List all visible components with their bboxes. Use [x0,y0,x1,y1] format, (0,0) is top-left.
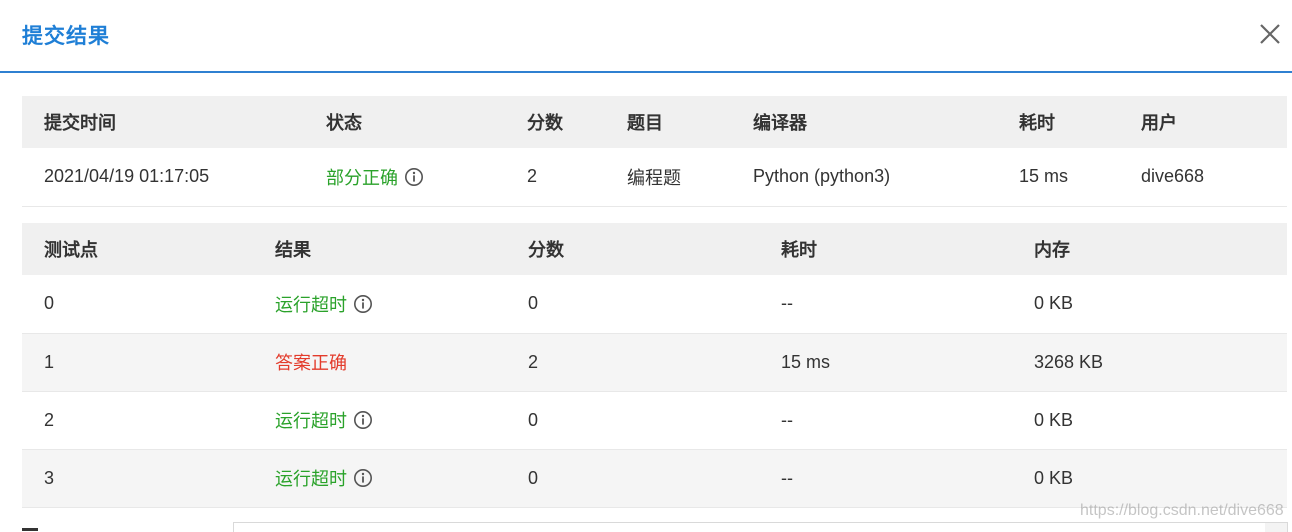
col-header-case-elapsed: 耗时 [781,223,1034,275]
result-cell: 运行超时 [275,449,528,508]
submission-header-row: 提交时间 状态 分数 题目 编译器 耗时 用户 [22,96,1287,148]
case-id: 1 [22,333,275,392]
user-value: dive668 [1141,148,1287,207]
code-viewer[interactable] [233,522,1288,532]
col-header-result: 结果 [275,223,528,275]
score-value: 2 [527,148,627,207]
table-row: 0 运行超时 0 -- 0 KB [22,275,1287,334]
watermark: https://blog.csdn.net/dive668 [1080,502,1284,519]
result-cell: 运行超时 [275,391,528,450]
col-header-case-score: 分数 [528,223,781,275]
case-elapsed: -- [781,391,1034,450]
case-score: 0 [528,391,781,450]
result-cell: 答案正确 [275,333,528,392]
dialog-header: 提交结果 [0,0,1292,73]
submission-result-dialog: 提交结果 提交时间 状态 分数 题目 编译器 耗时 用户 2021/04/19 … [0,0,1292,532]
case-score: 0 [528,275,781,334]
case-score: 0 [528,449,781,508]
case-elapsed: 15 ms [781,333,1034,392]
col-header-case: 测试点 [22,223,275,275]
case-id: 0 [22,275,275,334]
case-elapsed: -- [781,275,1034,334]
compiler-value: Python (python3) [753,148,1019,207]
scrollbar[interactable] [1265,523,1287,532]
table-row: 1 答案正确 2 15 ms 3268 KB [22,333,1287,392]
dialog-title: 提交结果 [22,25,110,48]
col-header-user: 用户 [1141,96,1287,148]
close-button[interactable] [1256,20,1284,48]
case-elapsed: -- [781,449,1034,508]
result-cell: 运行超时 [275,275,528,334]
case-id: 3 [22,449,275,508]
case-memory: 0 KB [1034,391,1287,450]
result-text: 运行超时 [275,411,347,431]
col-header-score: 分数 [527,96,627,148]
testcase-header-row: 测试点 结果 分数 耗时 内存 [22,223,1287,275]
elapsed-value: 15 ms [1019,148,1141,207]
info-icon[interactable] [353,294,373,314]
case-score: 2 [528,333,781,392]
col-header-elapsed: 耗时 [1019,96,1141,148]
col-header-problem: 题目 [627,96,753,148]
col-header-compiler: 编译器 [753,96,1019,148]
submit-time: 2021/04/19 01:17:05 [22,148,326,207]
result-text: 运行超时 [275,469,347,489]
info-icon[interactable] [353,468,373,488]
result-text: 运行超时 [275,294,347,315]
table-row: 2 运行超时 0 -- 0 KB [22,391,1287,450]
case-id: 2 [22,391,275,450]
info-icon[interactable] [404,167,424,187]
status-text: 部分正确 [326,167,398,188]
submission-row: 2021/04/19 01:17:05 部分正确 2 编程题 Python (p… [22,148,1287,207]
case-memory: 3268 KB [1034,333,1287,392]
table-row: 3 运行超时 0 -- 0 KB [22,449,1287,508]
problem-value: 编程题 [627,148,753,207]
info-icon[interactable] [353,410,373,430]
col-header-memory: 内存 [1034,223,1287,275]
col-header-submit-time: 提交时间 [22,96,326,148]
testcase-table: 测试点 结果 分数 耗时 内存 0 运行超时 0 -- 0 KB 1 答案正确 … [22,223,1287,508]
case-memory: 0 KB [1034,449,1287,508]
submission-summary-table: 提交时间 状态 分数 题目 编译器 耗时 用户 2021/04/19 01:17… [22,96,1287,207]
close-icon [1260,24,1280,44]
col-header-status: 状态 [326,96,527,148]
status-cell: 部分正确 [326,148,527,207]
code-label-partial [22,520,62,532]
result-text: 答案正确 [275,353,347,373]
case-memory: 0 KB [1034,275,1287,334]
